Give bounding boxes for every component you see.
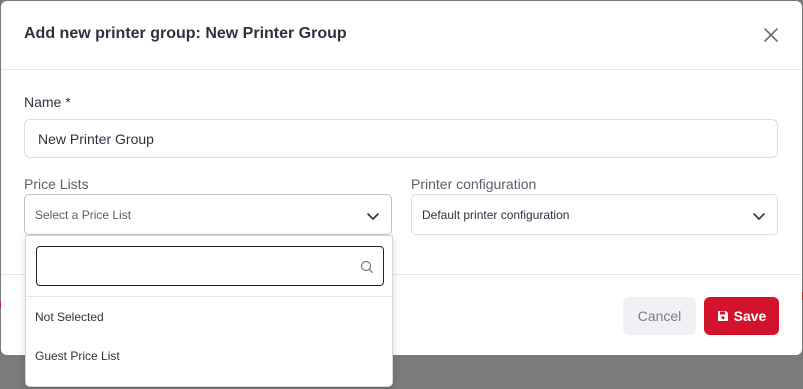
printer-config-value: Default printer configuration — [422, 208, 570, 222]
price-lists-label: Price Lists — [24, 176, 89, 192]
floppy-disk-icon — [717, 311, 728, 321]
chevron-down-icon — [367, 213, 379, 220]
close-button[interactable] — [761, 25, 781, 45]
save-label: Save — [733, 308, 767, 324]
printer-config-label: Printer configuration — [411, 176, 537, 192]
price-lists-placeholder: Select a Price List — [35, 208, 132, 222]
name-input[interactable] — [24, 119, 778, 158]
save-button[interactable]: Save — [704, 297, 779, 335]
dropdown-divider — [26, 296, 392, 297]
dropdown-option[interactable]: Guest Price List — [35, 349, 120, 363]
cancel-button[interactable]: Cancel — [623, 297, 696, 335]
name-label: Name * — [24, 94, 71, 110]
dropdown-option[interactable]: Not Selected — [35, 310, 104, 324]
price-lists-select[interactable]: Select a Price List — [24, 194, 392, 235]
price-lists-dropdown: Not Selected Guest Price List — [25, 235, 393, 387]
search-icon — [360, 260, 374, 274]
printer-config-select[interactable]: Default printer configuration — [411, 194, 778, 235]
dialog-header: Add new printer group: New Printer Group — [1, 1, 802, 70]
chevron-down-icon — [753, 213, 765, 220]
close-icon — [764, 28, 778, 42]
dropdown-search-input[interactable] — [36, 246, 384, 286]
dialog-title: Add new printer group: New Printer Group — [24, 25, 347, 42]
